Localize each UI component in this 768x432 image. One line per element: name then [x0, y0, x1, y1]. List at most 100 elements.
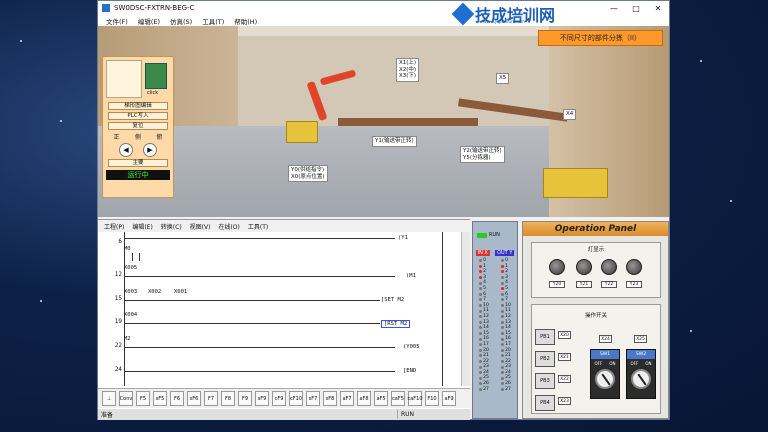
input-column: 0 1 2 3 4 5 6 7 10 11 12 13 14 15 16 17 20 21 22 23 24 25 26 27: [479, 258, 489, 392]
input-header: IN X: [475, 250, 490, 256]
step-number: 15: [114, 295, 122, 302]
sw2-selector[interactable]: SW2 OFF ON: [626, 349, 656, 399]
ladder-rung[interactable]: 19 X004 [RST M2: [98, 312, 461, 334]
tool-button[interactable]: sF6: [187, 391, 201, 406]
book-icon[interactable]: [145, 63, 167, 89]
ladder-rung[interactable]: 24 [END: [98, 360, 461, 382]
lamp-icon: [549, 259, 565, 275]
tool-button[interactable]: sF5: [153, 391, 167, 406]
lamp-section: 灯显示 Y20 Y21 Y22 Y23: [531, 242, 661, 298]
sw1-label: SW1: [591, 350, 619, 359]
plc-menu-tools[interactable]: 工具(T): [248, 222, 268, 231]
ladder-rung[interactable]: 12 X005 (M1: [98, 265, 461, 287]
tool-button[interactable]: sF8: [323, 391, 337, 406]
plc-menu-convert[interactable]: 转换(C): [161, 222, 182, 231]
plc-write-button[interactable]: PLC写入: [108, 112, 168, 120]
input-led-icon: [479, 354, 483, 358]
menu-help[interactable]: 帮助(H): [234, 16, 257, 26]
tool-button[interactable]: caF5: [391, 391, 405, 406]
logo-icon: [451, 2, 475, 26]
pb2-tag: X21: [558, 353, 571, 361]
device-label: X005: [124, 265, 138, 271]
tool-button[interactable]: F8: [221, 391, 235, 406]
tool-button[interactable]: aF8: [357, 391, 371, 406]
tool-button[interactable]: F6: [170, 391, 184, 406]
coil-label: [END: [403, 368, 417, 374]
io-columns: 0 1 2 3 4 5 6 7 10 11 12 13 14 15 16 17 20 21 22 23 24 25 26 27…: [473, 258, 517, 392]
device-label: M0: [124, 246, 131, 252]
pb2-button[interactable]: PB2: [535, 351, 555, 367]
tool-button[interactable]: sF9: [255, 391, 269, 406]
tool-button[interactable]: Conv: [119, 391, 133, 406]
logo-url: www.jcpeixun.com: [483, 20, 526, 25]
input-led-icon: [479, 326, 483, 330]
arrow-left-icon[interactable]: ◀: [119, 143, 133, 157]
app-icon: [102, 4, 110, 12]
sw2-off: OFF: [630, 361, 639, 366]
input-led-icon: [479, 320, 483, 324]
tool-button[interactable]: aF7: [340, 391, 354, 406]
rotary-knob-icon[interactable]: [631, 369, 651, 389]
tool-button[interactable]: ⊥: [102, 391, 116, 406]
panel-title: Operation Panel: [523, 222, 668, 236]
avatar[interactable]: [106, 60, 142, 98]
input-led-icon: [479, 259, 483, 263]
close-button[interactable]: ✕: [647, 1, 669, 15]
input-led-icon: [479, 292, 483, 296]
tool-button[interactable]: F9: [238, 391, 252, 406]
switch-section: 操作开关 PB1 X20 PB2 X21 PB3 X22 PB4 X23 X24…: [531, 304, 661, 414]
plc-menu-view[interactable]: 视图(V): [190, 222, 211, 231]
pb3-button[interactable]: PB3: [535, 373, 555, 389]
maximize-button[interactable]: □: [625, 1, 647, 15]
tool-button[interactable]: aF9: [442, 391, 456, 406]
device-label: X004: [124, 312, 138, 318]
menu-file[interactable]: 文件(F): [106, 16, 128, 26]
tool-button[interactable]: sF7: [306, 391, 320, 406]
tool-button[interactable]: F10: [425, 391, 439, 406]
input-row: 27: [479, 387, 489, 393]
ladder-diagram[interactable]: 6 (Y1 M0 12 X005 (M1 15 X003 X002 X001 […: [98, 232, 461, 386]
main-button[interactable]: 主要: [108, 159, 168, 167]
step-number: 22: [114, 342, 122, 349]
reset-button[interactable]: 复位: [108, 122, 168, 130]
menu-tools[interactable]: 工具(T): [202, 16, 224, 26]
ladder-rung[interactable]: 22 M2 (Y005: [98, 336, 461, 358]
lamp-icon: [576, 259, 592, 275]
ladder-scrollbar[interactable]: [461, 232, 470, 386]
sw1-selector[interactable]: SW1 OFF ON: [590, 349, 620, 399]
status-bar: 准备 RUN: [98, 409, 470, 420]
tool-button[interactable]: cF9: [272, 391, 286, 406]
star: [730, 200, 732, 202]
output-led-icon: [501, 332, 505, 336]
tool-button[interactable]: F5: [136, 391, 150, 406]
minimize-button[interactable]: —: [603, 1, 625, 15]
status-mode: RUN: [401, 411, 415, 418]
view-top[interactable]: 俯: [156, 132, 162, 141]
device-label: X001: [174, 289, 188, 295]
input-led-icon: [479, 315, 483, 319]
menu-simulate[interactable]: 仿真(S): [170, 16, 192, 26]
output-led-icon: [501, 298, 505, 302]
tool-button[interactable]: aF5: [374, 391, 388, 406]
input-led-icon: [479, 387, 483, 391]
sw1-off: OFF: [594, 361, 603, 366]
lamp-tag: Y21: [576, 281, 592, 288]
window-controls: — □ ✕: [603, 1, 669, 15]
plc-menu-edit[interactable]: 编辑(E): [132, 222, 152, 231]
tool-button[interactable]: cF10: [289, 391, 303, 406]
plc-menu-project[interactable]: 工程(P): [104, 222, 124, 231]
rotary-knob-icon[interactable]: [595, 369, 615, 389]
ladder-rung[interactable]: 15 X003 X002 X001 [SET M2: [98, 289, 461, 311]
ladder-edit-button[interactable]: 梯形图编辑: [108, 102, 168, 110]
pb4-button[interactable]: PB4: [535, 395, 555, 411]
menu-edit[interactable]: 编辑(E): [138, 16, 160, 26]
tool-button[interactable]: caF10: [407, 391, 423, 406]
view-side[interactable]: 侧: [135, 132, 141, 141]
plc-menu-online[interactable]: 在线(O): [218, 222, 239, 231]
output-led-icon: [501, 281, 505, 285]
coil-label: (Y005: [403, 344, 420, 350]
arrow-right-icon[interactable]: ▶: [143, 143, 157, 157]
pb1-button[interactable]: PB1: [535, 329, 555, 345]
tool-button[interactable]: F7: [204, 391, 218, 406]
view-front[interactable]: 正: [114, 132, 120, 141]
